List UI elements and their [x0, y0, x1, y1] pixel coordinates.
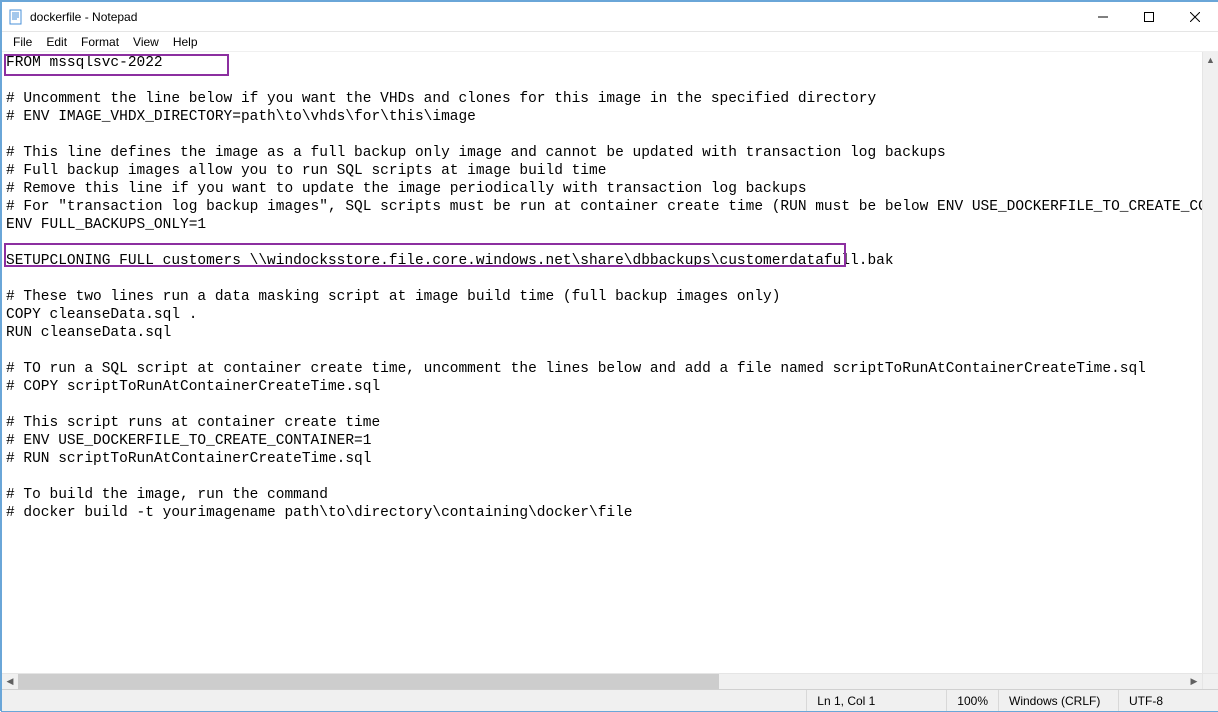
h-scroll-track[interactable]	[18, 674, 1186, 689]
minimize-button[interactable]	[1080, 2, 1126, 31]
scroll-right-icon[interactable]: ▶	[1186, 674, 1202, 690]
close-button[interactable]	[1172, 2, 1218, 31]
maximize-button[interactable]	[1126, 2, 1172, 31]
menu-edit[interactable]: Edit	[39, 33, 74, 51]
status-position: Ln 1, Col 1	[806, 690, 946, 711]
status-encoding: UTF-8	[1118, 690, 1218, 711]
text-editor[interactable]: FROM mssqlsvc-2022 # Uncomment the line …	[2, 52, 1202, 673]
h-scroll-thumb[interactable]	[18, 674, 719, 689]
menu-view[interactable]: View	[126, 33, 166, 51]
horizontal-scrollbar[interactable]: ◀ ▶	[2, 673, 1202, 689]
menu-help[interactable]: Help	[166, 33, 205, 51]
titlebar: dockerfile - Notepad	[2, 2, 1218, 32]
menubar: File Edit Format View Help	[2, 32, 1218, 52]
menu-format[interactable]: Format	[74, 33, 126, 51]
menu-file[interactable]: File	[6, 33, 39, 51]
status-zoom: 100%	[946, 690, 998, 711]
statusbar: Ln 1, Col 1 100% Windows (CRLF) UTF-8	[2, 689, 1218, 711]
editor-area: FROM mssqlsvc-2022 # Uncomment the line …	[2, 52, 1218, 689]
window-controls	[1080, 2, 1218, 31]
scroll-left-icon[interactable]: ◀	[2, 674, 18, 690]
scroll-corner	[1202, 673, 1218, 689]
window-title: dockerfile - Notepad	[30, 10, 1080, 24]
status-line-ending: Windows (CRLF)	[998, 690, 1118, 711]
vertical-scrollbar[interactable]: ▲	[1202, 52, 1218, 673]
scroll-up-icon[interactable]: ▲	[1203, 52, 1218, 68]
notepad-icon	[8, 9, 24, 25]
